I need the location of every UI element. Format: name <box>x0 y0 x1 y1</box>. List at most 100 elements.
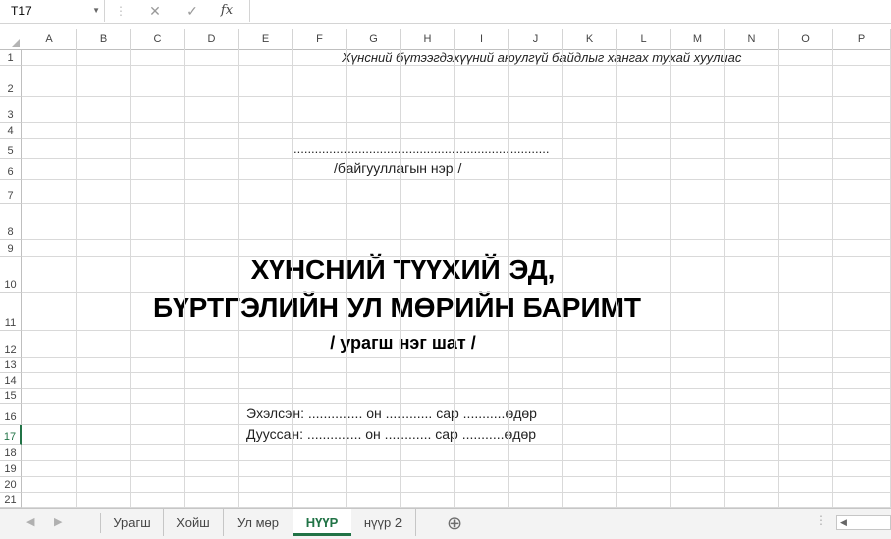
row-gridline <box>22 357 891 358</box>
column-gridline <box>832 49 833 508</box>
subtitle: / урагш нэг шат / <box>330 333 476 353</box>
column-gridline <box>238 49 239 508</box>
row-header-8[interactable]: 8 <box>0 204 22 240</box>
tab-nuur[interactable]: НҮҮР <box>293 509 351 536</box>
enter-icon[interactable]: ✓ <box>181 0 203 22</box>
column-header-g[interactable]: G <box>347 29 401 49</box>
name-box[interactable]: T17 ▼ <box>0 0 105 22</box>
row-gridline <box>22 292 891 293</box>
started-line: Эхэлсэн: .............. он ............ … <box>246 405 537 421</box>
formula-input[interactable] <box>252 0 891 22</box>
column-header-j[interactable]: J <box>509 29 563 49</box>
column-gridline <box>400 49 401 508</box>
scroll-tabs-right-icon[interactable]: ▶ <box>54 509 62 536</box>
column-header-l[interactable]: L <box>617 29 671 49</box>
column-gridline <box>562 49 563 508</box>
row-header-11[interactable]: 11 <box>0 293 22 331</box>
column-header-i[interactable]: I <box>455 29 509 49</box>
row-header-3[interactable]: 3 <box>0 97 22 123</box>
row-gridline <box>22 492 891 493</box>
row-gridline <box>22 330 891 331</box>
column-header-d[interactable]: D <box>185 29 239 49</box>
column-gridline <box>616 49 617 508</box>
column-header-o[interactable]: O <box>779 29 833 49</box>
add-sheet-icon[interactable]: ⊕ <box>447 512 462 534</box>
sheet-tab-bar: ◀ ▶ Урагш Хойш Ул мөр НҮҮР нүүр 2 ⊕ ⋮ ◀ <box>0 508 891 539</box>
column-header-h[interactable]: H <box>401 29 455 49</box>
row-header-20[interactable]: 20 <box>0 477 22 493</box>
row-header-19[interactable]: 19 <box>0 461 22 477</box>
row-header-2[interactable]: 2 <box>0 66 22 97</box>
tab-nuur-2[interactable]: нүүр 2 <box>351 509 416 536</box>
row-header-17[interactable]: 17 <box>0 425 22 445</box>
row-gridline <box>22 96 891 97</box>
title-line-2: БҮРТГЭЛИЙН УЛ МӨРИЙН БАРИМТ <box>152 292 642 323</box>
organization-label: /байгууллагын нэр / <box>334 160 462 176</box>
row-gridline <box>22 65 891 66</box>
row-header-7[interactable]: 7 <box>0 180 22 204</box>
function-icon[interactable]: fx <box>216 0 238 22</box>
row-header-6[interactable]: 6 <box>0 159 22 180</box>
horizontal-scrollbar[interactable]: ◀ <box>836 515 891 530</box>
formula-bar: T17 ▼ ⋮ ✕ ✓ fx <box>0 0 891 24</box>
row-gridline <box>22 388 891 389</box>
cancel-icon[interactable]: ✕ <box>144 0 166 22</box>
row-header-15[interactable]: 15 <box>0 389 22 404</box>
row-gridline <box>22 460 891 461</box>
column-header-n[interactable]: N <box>725 29 779 49</box>
column-header-a[interactable]: A <box>22 29 77 49</box>
organization-dots: ........................................… <box>293 141 550 156</box>
row-header-13[interactable]: 13 <box>0 358 22 373</box>
column-gridline <box>508 49 509 508</box>
row-header-18[interactable]: 18 <box>0 445 22 461</box>
scroll-left-icon[interactable]: ◀ <box>840 516 847 529</box>
column-header-p[interactable]: P <box>833 29 891 49</box>
row-gridline <box>22 476 891 477</box>
select-all-corner[interactable] <box>0 29 23 50</box>
column-header-f[interactable]: F <box>293 29 347 49</box>
tab-uragsh[interactable]: Урагш <box>101 509 164 536</box>
column-gridline <box>670 49 671 508</box>
row-gridline <box>22 158 891 159</box>
row-header-16[interactable]: 16 <box>0 404 22 425</box>
row-gridline <box>22 424 891 425</box>
chevron-down-icon[interactable]: ▼ <box>92 0 100 22</box>
scroll-tabs-left-icon[interactable]: ◀ <box>26 509 34 536</box>
row-gridline <box>22 507 891 508</box>
row-header-21[interactable]: 21 <box>0 493 22 508</box>
row-gridline <box>22 179 891 180</box>
row-header-5[interactable]: 5 <box>0 139 22 159</box>
column-gridline <box>346 49 347 508</box>
row-header-9[interactable]: 9 <box>0 240 22 257</box>
name-box-value: T17 <box>11 4 32 18</box>
row-header-10[interactable]: 10 <box>0 257 22 293</box>
finished-line: Дууссан: .............. он ............ … <box>246 426 537 442</box>
row-gridline <box>22 138 891 139</box>
column-gridline <box>778 49 779 508</box>
column-header-c[interactable]: C <box>131 29 185 49</box>
row-header-4[interactable]: 4 <box>0 123 22 139</box>
column-gridline <box>130 49 131 508</box>
column-header-m[interactable]: M <box>671 29 725 49</box>
row-gridline <box>22 256 891 257</box>
column-header-b[interactable]: B <box>77 29 131 49</box>
row-gridline <box>22 403 891 404</box>
column-gridline <box>292 49 293 508</box>
row-gridline <box>22 372 891 373</box>
row-header-1[interactable]: 1 <box>0 49 22 66</box>
row-gridline <box>22 444 891 445</box>
more-options-icon[interactable]: ⋮ <box>110 0 132 22</box>
tab-khoish[interactable]: Хойш <box>163 509 224 536</box>
column-header-k[interactable]: K <box>563 29 617 49</box>
more-options-icon[interactable]: ⋮ <box>815 513 827 527</box>
row-gridline <box>22 239 891 240</box>
column-gridline <box>184 49 185 508</box>
column-gridline <box>454 49 455 508</box>
column-gridline <box>76 49 77 508</box>
row-gridline <box>22 203 891 204</box>
column-header-e[interactable]: E <box>239 29 293 49</box>
row-header-12[interactable]: 12 <box>0 331 22 358</box>
tab-ul-mor[interactable]: Ул мөр <box>223 509 294 536</box>
row-header-14[interactable]: 14 <box>0 373 22 389</box>
title-line-1: ХҮНСНИЙ ТҮҮХИЙ ЭД, <box>250 254 556 285</box>
